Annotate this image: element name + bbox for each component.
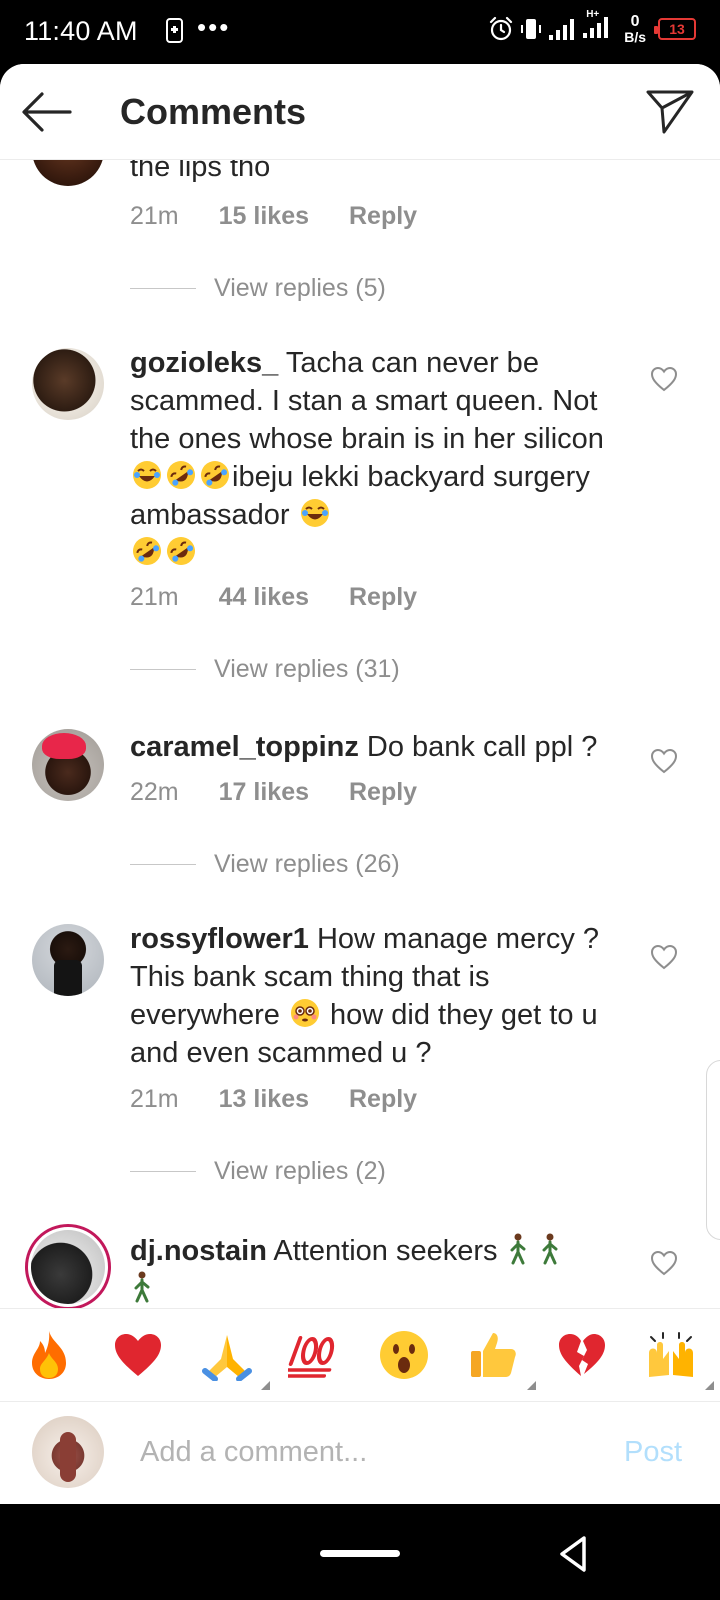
avatar[interactable] <box>25 1224 111 1310</box>
rolling-on-floor-laughing-icon <box>167 461 195 489</box>
home-gesture-pill[interactable] <box>320 1550 400 1557</box>
emoji-broken-heart-button[interactable] <box>553 1326 611 1384</box>
share-button[interactable] <box>644 86 696 138</box>
current-user-avatar <box>32 1416 104 1488</box>
red-heart-icon <box>114 1334 161 1376</box>
comment-list[interactable]: the lips tho 21m 15 likes Reply View rep… <box>0 64 720 1310</box>
status-time: 11:40 AM <box>24 16 138 46</box>
comment-text: gozioleks_ Tacha can never be scammed. I… <box>130 344 630 572</box>
view-replies-button[interactable]: View replies (2) <box>130 1157 386 1186</box>
battery-saver-icon <box>166 18 183 43</box>
username[interactable]: gozioleks_ <box>130 347 278 379</box>
reply-button[interactable]: Reply <box>349 202 417 231</box>
likes-count[interactable]: 15 likes <box>219 202 309 231</box>
comment-time: 21m <box>130 202 179 230</box>
comment-time: 21m <box>130 583 179 611</box>
view-replies-button[interactable]: View replies (5) <box>130 274 386 303</box>
person-walking-icon <box>510 1233 526 1265</box>
scroll-handle[interactable] <box>706 1060 720 1240</box>
replies-divider <box>130 288 196 289</box>
signal-icon-1 <box>549 19 575 40</box>
back-triangle-icon <box>560 1536 586 1572</box>
emoji-fire-button[interactable] <box>20 1326 78 1384</box>
comment-meta: 21m 13 likes Reply <box>130 1085 417 1114</box>
emoji-raising-hands-button[interactable] <box>642 1326 714 1390</box>
view-replies-button[interactable]: View replies (31) <box>130 655 400 684</box>
direct-send-icon <box>646 90 694 134</box>
avatar[interactable] <box>32 729 104 801</box>
skin-tone-indicator <box>260 1381 270 1390</box>
hundred-points-icon <box>287 1336 334 1378</box>
person-walking-icon <box>134 1271 150 1303</box>
comment-composer: Post <box>0 1402 720 1504</box>
vibrate-icon <box>521 19 542 39</box>
avatar[interactable] <box>32 348 104 420</box>
comment-time: 21m <box>130 1085 179 1113</box>
person-walking-icon <box>542 1233 558 1265</box>
comment-text: dj.nostain Attention seekers <box>130 1232 620 1308</box>
network-speed: 0 B/s <box>624 13 646 45</box>
like-heart-icon[interactable] <box>650 366 678 392</box>
alarm-icon <box>490 16 513 41</box>
avatar[interactable] <box>32 924 104 996</box>
skin-tone-indicator <box>527 1381 537 1390</box>
post-button[interactable]: Post <box>624 1436 682 1469</box>
comment-meta: 21m 15 likes Reply <box>130 202 417 231</box>
signal-icon-2: H+ <box>582 9 612 44</box>
header: Comments <box>0 64 720 160</box>
comment-input[interactable] <box>140 1426 580 1478</box>
reply-button[interactable]: Reply <box>349 1085 417 1114</box>
emoji-thumbs-up-button[interactable] <box>464 1326 537 1390</box>
rolling-on-floor-laughing-icon <box>167 537 195 565</box>
face-with-open-mouth-icon <box>380 1331 429 1379</box>
replies-divider <box>130 669 196 670</box>
nav-back-button[interactable] <box>554 1534 594 1574</box>
status-right-icons: H+ 0 B/s 13 <box>488 9 696 45</box>
comment-meta: 22m 17 likes Reply <box>130 778 417 807</box>
comment-text: caramel_toppinz Do bank call ppl ? <box>130 731 598 763</box>
like-heart-icon[interactable] <box>650 1250 678 1276</box>
comment-text: rossyflower1 How manage mercy ? This ban… <box>130 923 600 1069</box>
page-title: Comments <box>120 91 307 132</box>
like-heart-icon[interactable] <box>650 748 678 774</box>
reply-button[interactable]: Reply <box>349 778 417 807</box>
emoji-heart-button[interactable] <box>109 1326 167 1384</box>
likes-count[interactable]: 13 likes <box>219 1085 309 1114</box>
flushed-face-icon <box>290 999 319 1027</box>
comment-time: 22m <box>130 778 179 806</box>
status-bar: 11:40 AM ••• H+ 0 B/s 13 <box>0 0 720 64</box>
emoji-100-button[interactable] <box>287 1326 345 1384</box>
username[interactable]: caramel_toppinz <box>130 731 359 763</box>
likes-count[interactable]: 44 likes <box>219 583 309 612</box>
tears-of-joy-icon <box>133 461 161 489</box>
username[interactable]: dj.nostain <box>130 1235 267 1267</box>
like-heart-icon[interactable] <box>650 944 678 970</box>
back-button[interactable] <box>20 88 72 136</box>
emoji-pray-button[interactable] <box>198 1326 270 1390</box>
comments-screen: the lips tho 21m 15 likes Reply View rep… <box>0 64 720 1504</box>
system-nav-bar <box>0 1504 720 1600</box>
rolling-on-floor-laughing-icon <box>201 461 229 489</box>
tears-of-joy-icon <box>300 499 329 527</box>
back-arrow-icon <box>22 92 72 132</box>
emoji-surprised-button[interactable] <box>375 1326 433 1384</box>
fire-icon <box>32 1331 66 1379</box>
comment-meta: 21m 44 likes Reply <box>130 583 417 612</box>
emoji-quick-bar <box>0 1308 720 1402</box>
thumbs-up-icon <box>471 1333 517 1377</box>
battery-indicator: 13 <box>654 18 696 40</box>
likes-count[interactable]: 17 likes <box>219 778 309 807</box>
replies-divider <box>130 1171 196 1172</box>
broken-heart-icon <box>559 1334 606 1376</box>
rolling-on-floor-laughing-icon <box>133 537 161 565</box>
skin-tone-indicator <box>704 1381 714 1390</box>
reply-button[interactable]: Reply <box>349 583 417 612</box>
username[interactable]: rossyflower1 <box>130 923 309 955</box>
raising-hands-icon <box>648 1332 693 1377</box>
view-replies-button[interactable]: View replies (26) <box>130 850 400 879</box>
status-left-icons: ••• <box>166 14 230 43</box>
replies-divider <box>130 864 196 865</box>
folded-hands-icon <box>201 1335 252 1381</box>
more-notifications-icon: ••• <box>197 11 231 42</box>
